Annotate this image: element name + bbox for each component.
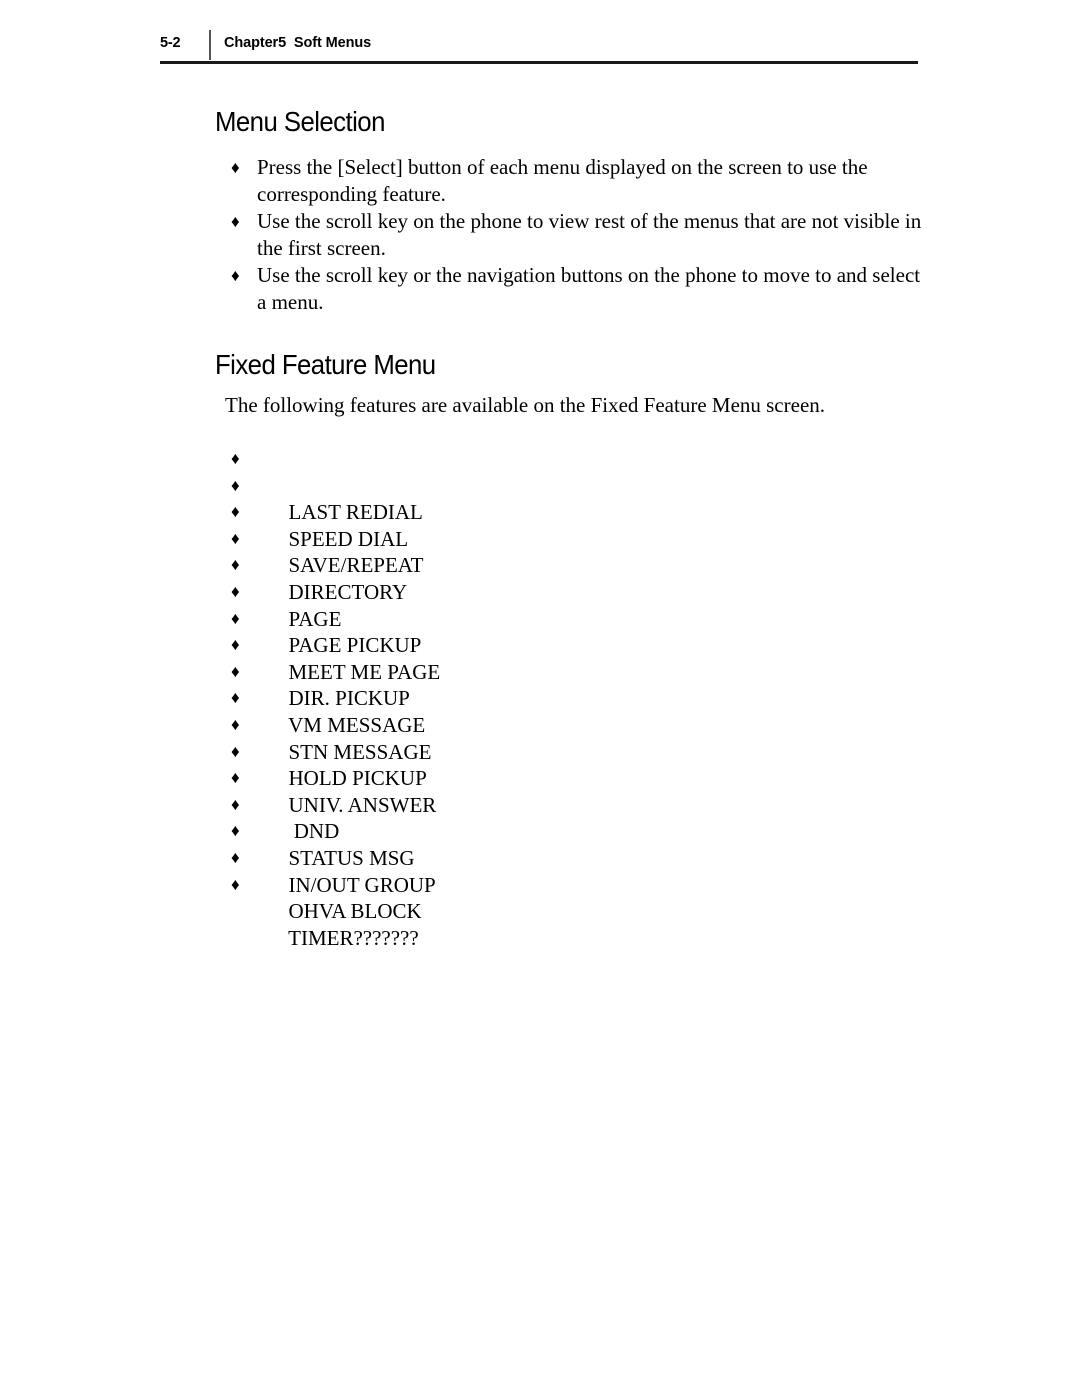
list-item: ♦ STN MESSAGE <box>228 685 648 763</box>
diamond-bullet-icon: ♦ <box>231 158 240 177</box>
list-item: ♦ VM MESSAGE <box>228 659 648 737</box>
diamond-bullet-icon: ♦ <box>231 555 240 575</box>
list-item: ♦ SPEED DIAL <box>228 473 648 551</box>
list-item: ♦ STATUS MSG <box>228 792 648 870</box>
list-item: ♦ SAVE/REPEAT <box>228 499 648 577</box>
list-item-text: OHVA BLOCK <box>288 899 422 924</box>
fixed-feature-intro-paragraph: The following features are available on … <box>225 393 826 417</box>
header-page-number: 5-2 <box>160 35 181 51</box>
fixed-feature-list: ♦ LAST REDIAL ♦ SPEED DIAL ♦ SAVE/REPEAT… <box>228 446 648 950</box>
menu-selection-bullet-list: ♦ Press the [Select] button of each menu… <box>228 154 928 316</box>
diamond-bullet-icon: ♦ <box>231 768 240 788</box>
list-item: ♦ MEET ME PAGE <box>228 606 648 684</box>
list-item: ♦ HOLD PICKUP <box>228 712 648 790</box>
list-item-text: Use the scroll key or the navigation but… <box>257 263 921 314</box>
diamond-bullet-icon: ♦ <box>231 741 240 761</box>
header-chapter-title: Chapter5 Soft Menus <box>224 35 372 51</box>
diamond-bullet-icon: ♦ <box>231 847 240 867</box>
document-page: 5-2 Chapter5 Soft Menus Menu Selection ♦… <box>0 0 1080 1397</box>
heading-menu-selection: Menu Selection <box>215 106 385 137</box>
diamond-bullet-icon: ♦ <box>231 714 240 734</box>
diamond-bullet-icon: ♦ <box>231 528 240 548</box>
list-item: ♦ UNIV. ANSWER <box>228 739 648 817</box>
diamond-bullet-icon: ♦ <box>231 502 240 522</box>
diamond-bullet-icon: ♦ <box>231 581 240 601</box>
list-item: ♦ DIR. PICKUP <box>228 632 648 710</box>
list-item: ♦ OHVA BLOCK <box>228 845 648 923</box>
list-item: ♦ PAGE <box>228 552 648 630</box>
list-item: ♦ TIMER??????? <box>228 872 648 950</box>
diamond-bullet-icon: ♦ <box>231 821 240 841</box>
list-item: ♦ PAGE PICKUP <box>228 579 648 657</box>
list-item-text: TIMER??????? <box>288 925 419 950</box>
diamond-bullet-icon: ♦ <box>231 449 240 468</box>
diamond-bullet-icon: ♦ <box>231 475 240 495</box>
diamond-bullet-icon: ♦ <box>231 635 240 655</box>
list-item: ♦ IN/OUT GROUP <box>228 818 648 896</box>
list-item: ♦ DIRECTORY <box>228 526 648 604</box>
diamond-bullet-icon: ♦ <box>231 608 240 628</box>
page-header: 5-2 Chapter5 Soft Menus <box>160 30 918 64</box>
diamond-bullet-icon: ♦ <box>231 794 240 814</box>
heading-fixed-feature-menu: Fixed Feature Menu <box>215 349 436 380</box>
list-item: ♦ Press the [Select] button of each menu… <box>228 154 928 208</box>
list-item: ♦ LAST REDIAL <box>228 446 648 524</box>
diamond-bullet-icon: ♦ <box>231 212 240 231</box>
diamond-bullet-icon: ♦ <box>231 266 240 285</box>
diamond-bullet-icon: ♦ <box>231 688 240 708</box>
list-item: ♦ DND <box>228 765 648 843</box>
list-item: ♦ Use the scroll key or the navigation b… <box>228 262 928 316</box>
list-item-text: Press the [Select] button of each menu d… <box>257 155 868 206</box>
diamond-bullet-icon: ♦ <box>231 874 240 894</box>
list-item-text: Use the scroll key on the phone to view … <box>257 209 922 260</box>
header-divider <box>209 30 211 60</box>
header-rule <box>160 61 918 64</box>
diamond-bullet-icon: ♦ <box>231 661 240 681</box>
list-item: ♦ Use the scroll key on the phone to vie… <box>228 208 928 262</box>
